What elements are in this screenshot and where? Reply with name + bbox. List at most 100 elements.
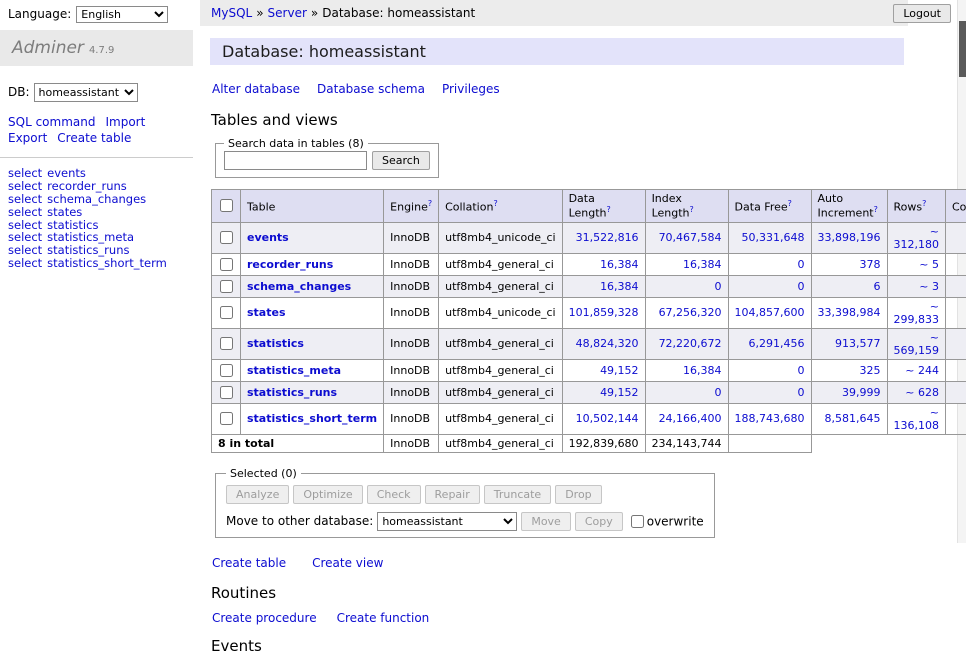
table-name-link[interactable]: states xyxy=(247,306,286,319)
index-length-link[interactable]: 24,166,400 xyxy=(659,412,722,425)
data-length-link[interactable]: 48,824,320 xyxy=(576,337,639,350)
auto-increment-link[interactable]: 39,999 xyxy=(842,386,881,399)
auto-increment-link[interactable]: 6 xyxy=(874,280,881,293)
breadcrumb-separator: » xyxy=(256,6,263,20)
column-header: Auto Increment? xyxy=(811,190,887,223)
help-link[interactable]: ? xyxy=(690,205,694,214)
rows-count-link[interactable]: ~ 136,108 xyxy=(894,406,940,432)
breadcrumb-link-mysql[interactable]: MySQL xyxy=(211,6,252,20)
table-name-link[interactable]: statistics_runs xyxy=(247,386,337,399)
row-checkbox[interactable] xyxy=(220,386,233,399)
auto-increment-link[interactable]: 8,581,645 xyxy=(825,412,881,425)
collation-cell: utf8mb4_unicode_ci xyxy=(439,297,562,328)
db-nav-link[interactable]: Privileges xyxy=(442,82,500,96)
rows-count-link[interactable]: ~ 569,159 xyxy=(894,331,940,357)
row-checkbox[interactable] xyxy=(220,280,233,293)
rows-count-link[interactable]: ~ 312,180 xyxy=(894,225,940,251)
table-name-link[interactable]: statistics_meta xyxy=(247,364,341,377)
language-select[interactable]: English xyxy=(76,6,168,23)
create-link[interactable]: Create table xyxy=(212,556,286,570)
sidebar-select-link[interactable]: select xyxy=(8,205,42,219)
row-checkbox[interactable] xyxy=(220,412,233,425)
rows-count-link[interactable]: ~ 3 xyxy=(919,280,939,293)
search-input[interactable] xyxy=(224,151,367,170)
routine-create-link[interactable]: Create function xyxy=(337,611,430,625)
data-length-link[interactable]: 16,384 xyxy=(600,258,639,271)
table-name-link[interactable]: statistics xyxy=(247,337,304,350)
help-link[interactable]: ? xyxy=(788,199,792,208)
app-logo[interactable]: Adminer4.7.9 xyxy=(0,30,193,66)
index-length-link[interactable]: 0 xyxy=(715,280,722,293)
bulk-action-button: Truncate xyxy=(484,485,551,504)
help-link[interactable]: ? xyxy=(428,199,432,208)
data-length-link[interactable]: 31,522,816 xyxy=(576,231,639,244)
routine-create-link[interactable]: Create procedure xyxy=(212,611,317,625)
sidebar-select-link[interactable]: select xyxy=(8,179,42,193)
data-free-link[interactable]: 0 xyxy=(798,258,805,271)
index-length-link[interactable]: 16,384 xyxy=(683,364,722,377)
sidebar-action-link[interactable]: SQL command xyxy=(8,115,95,129)
data-free-link[interactable]: 188,743,680 xyxy=(735,412,805,425)
row-checkbox[interactable] xyxy=(220,231,233,244)
index-length-link[interactable]: 70,467,584 xyxy=(659,231,722,244)
auto-increment-link[interactable]: 378 xyxy=(860,258,881,271)
data-length-link[interactable]: 16,384 xyxy=(600,280,639,293)
scrollbar-thumb[interactable] xyxy=(959,21,966,77)
create-link[interactable]: Create view xyxy=(312,556,383,570)
app-name[interactable]: Adminer xyxy=(12,38,84,58)
help-link[interactable]: ? xyxy=(874,205,878,214)
search-button[interactable]: Search xyxy=(372,151,430,170)
auto-increment-link[interactable]: 325 xyxy=(860,364,881,377)
totals-index-length: 234,143,744 xyxy=(645,434,728,452)
select-all-checkbox[interactable] xyxy=(220,199,233,212)
db-nav-link[interactable]: Database schema xyxy=(317,82,425,96)
help-link[interactable]: ? xyxy=(607,205,611,214)
data-free-link[interactable]: 50,331,648 xyxy=(742,231,805,244)
comment-cell xyxy=(946,403,966,434)
auto-increment-link[interactable]: 33,898,196 xyxy=(818,231,881,244)
sidebar-action-link[interactable]: Create table xyxy=(57,131,131,145)
logout-button[interactable]: Logout xyxy=(893,4,951,23)
table-name-link[interactable]: schema_changes xyxy=(247,280,351,293)
database-select[interactable]: homeassistant xyxy=(34,83,138,102)
row-checkbox[interactable] xyxy=(220,337,233,350)
index-length-link[interactable]: 67,256,320 xyxy=(659,306,722,319)
data-free-link[interactable]: 0 xyxy=(798,386,805,399)
data-free-link[interactable]: 6,291,456 xyxy=(749,337,805,350)
auto-increment-link[interactable]: 913,577 xyxy=(835,337,881,350)
sidebar-select-link[interactable]: select xyxy=(8,256,42,270)
index-length-link[interactable]: 72,220,672 xyxy=(659,337,722,350)
row-checkbox[interactable] xyxy=(220,306,233,319)
index-length-link[interactable]: 0 xyxy=(715,386,722,399)
data-free-link[interactable]: 104,857,600 xyxy=(735,306,805,319)
sidebar-table-link[interactable]: statistics_short_term xyxy=(47,256,167,270)
move-database-select[interactable]: homeassistant xyxy=(377,512,517,531)
overwrite-checkbox[interactable] xyxy=(631,515,644,528)
index-length-link[interactable]: 16,384 xyxy=(683,258,722,271)
sidebar-select-link[interactable]: select xyxy=(8,166,42,180)
data-length-link[interactable]: 10,502,144 xyxy=(576,412,639,425)
rows-count-link[interactable]: ~ 628 xyxy=(905,386,939,399)
data-free-link[interactable]: 0 xyxy=(798,364,805,377)
db-nav-link[interactable]: Alter database xyxy=(212,82,300,96)
auto-increment-link[interactable]: 33,398,984 xyxy=(818,306,881,319)
sidebar-action-link[interactable]: Import xyxy=(105,115,145,129)
data-length-cell: 49,152 xyxy=(562,359,645,381)
data-length-link[interactable]: 49,152 xyxy=(600,386,639,399)
data-free-link[interactable]: 0 xyxy=(798,280,805,293)
table-name-link[interactable]: events xyxy=(247,231,289,244)
rows-count-link[interactable]: ~ 244 xyxy=(905,364,939,377)
rows-count-link[interactable]: ~ 299,833 xyxy=(894,300,940,326)
data-length-link[interactable]: 101,859,328 xyxy=(569,306,639,319)
table-name-link[interactable]: recorder_runs xyxy=(247,258,333,271)
breadcrumb-link-server[interactable]: Server xyxy=(268,6,307,20)
help-link[interactable]: ? xyxy=(493,199,497,208)
row-checkbox[interactable] xyxy=(220,364,233,377)
sidebar-select-link[interactable]: select xyxy=(8,192,42,206)
rows-count-link[interactable]: ~ 5 xyxy=(919,258,939,271)
sidebar-action-link[interactable]: Export xyxy=(8,131,47,145)
data-length-link[interactable]: 49,152 xyxy=(600,364,639,377)
help-link[interactable]: ? xyxy=(922,199,926,208)
row-checkbox[interactable] xyxy=(220,258,233,271)
table-name-link[interactable]: statistics_short_term xyxy=(247,412,377,425)
